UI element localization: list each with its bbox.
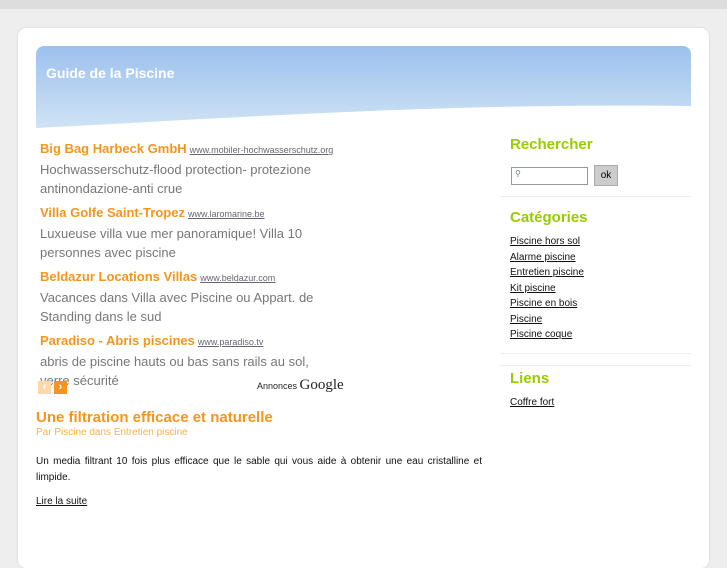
category-link[interactable]: Alarme piscine — [510, 252, 576, 263]
post-excerpt: Un media filtrant 10 fois plus efficace … — [36, 456, 482, 483]
ad-item: Beldazur Locations Villas www.beldazur.co… — [40, 268, 340, 326]
ad-url[interactable]: www.mobiler-hochwasserschutz.org — [190, 145, 334, 155]
category-link[interactable]: Piscine — [510, 314, 542, 325]
search-button[interactable]: ok — [594, 165, 618, 186]
ads-by-google[interactable]: Annonces Google — [257, 377, 344, 394]
search-input[interactable] — [511, 166, 588, 185]
ad-desc: Hochwasserschutz-flood protection- prote… — [40, 162, 311, 196]
ad-desc: Vacances dans Villa avec Piscine ou Appa… — [40, 290, 314, 324]
category-link[interactable]: Entretien piscine — [510, 267, 584, 278]
ad-title[interactable]: Villa Golfe Saint-Tropez — [40, 205, 185, 220]
ads-block: Big Bag Harbeck GmbH www.mobiler-hochwass… — [40, 140, 340, 396]
category-link[interactable]: Piscine coque — [510, 329, 572, 340]
header-banner: Guide de la Piscine — [36, 46, 691, 128]
ad-item: Villa Golfe Saint-Tropez www.laromarine.b… — [40, 204, 340, 262]
search-icon: ⚲ — [515, 169, 521, 178]
post-title[interactable]: Une filtration efficace et naturelle — [36, 409, 482, 426]
ad-url[interactable]: www.beldazur.com — [200, 273, 275, 283]
ad-item: Big Bag Harbeck GmbH www.mobiler-hochwass… — [40, 140, 340, 198]
links-title: Liens — [510, 369, 550, 387]
site-title[interactable]: Guide de la Piscine — [46, 65, 174, 81]
wave-decoration — [36, 105, 691, 128]
post: Une filtration efficace et naturelle Par… — [36, 409, 482, 507]
post-meta: Par Piscine dans Entretien piscine — [36, 427, 188, 438]
ad-title[interactable]: Big Bag Harbeck GmbH — [40, 141, 187, 156]
ad-url[interactable]: www.laromarine.be — [188, 209, 265, 219]
ad-title[interactable]: Paradiso - Abris piscines — [40, 333, 195, 348]
categories-title: Catégories — [510, 209, 588, 226]
chevron-left-icon[interactable]: ‹ — [38, 381, 51, 394]
category-link[interactable]: Piscine en bois — [510, 298, 577, 309]
search-title: Rechercher — [510, 136, 593, 153]
ad-url[interactable]: www.paradiso.tv — [198, 337, 264, 347]
ad-nav: ‹ › — [38, 377, 70, 395]
top-bar — [0, 0, 727, 9]
link-item[interactable]: Coffre fort — [510, 397, 554, 408]
category-link[interactable]: Kit piscine — [510, 283, 556, 294]
google-logo: Google — [299, 377, 344, 393]
ad-desc: Luxueuse villa vue mer panoramique! Vill… — [40, 226, 303, 260]
category-link[interactable]: Piscine hors sol — [510, 236, 580, 247]
ad-title[interactable]: Beldazur Locations Villas — [40, 269, 197, 284]
ads-label: Annonces — [257, 381, 298, 391]
read-more-link[interactable]: Lire la suite — [36, 496, 482, 507]
sidebar: Rechercher ⚲ ok Catégories Piscine hors … — [500, 134, 691, 410]
chevron-right-icon[interactable]: › — [54, 381, 67, 394]
